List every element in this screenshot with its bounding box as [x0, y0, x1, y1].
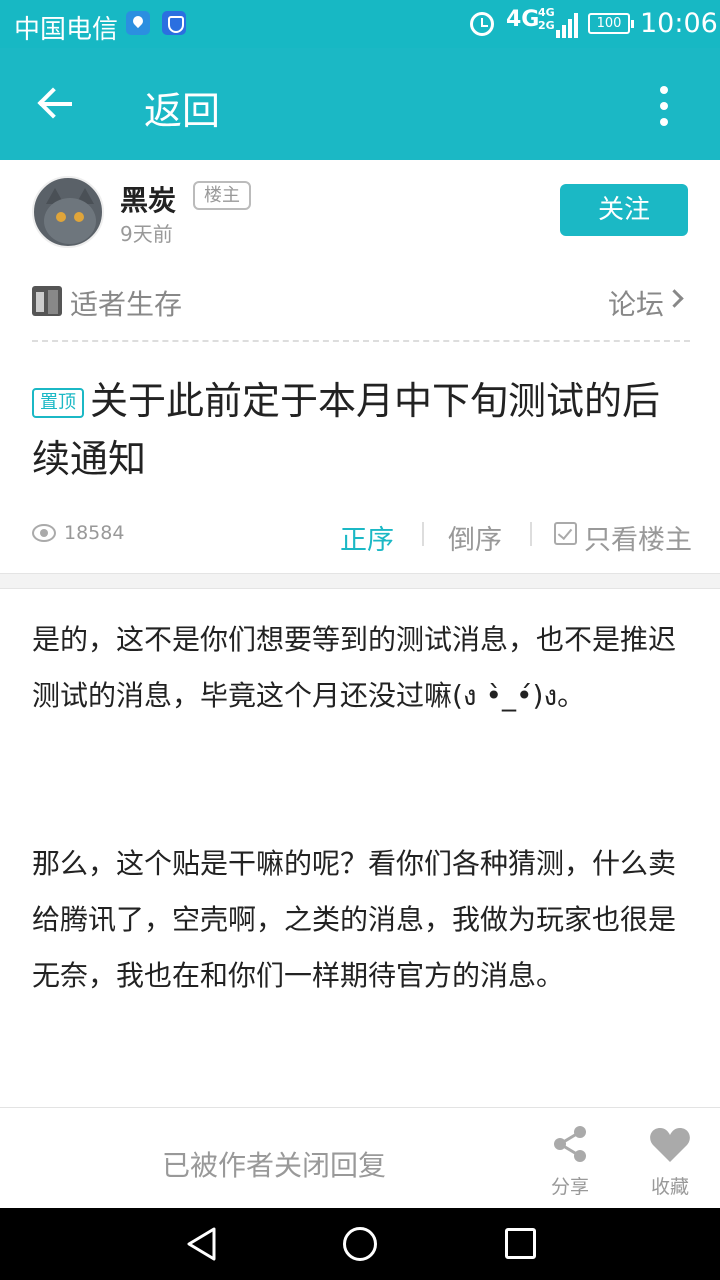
post-title-text: 关于此前定于本月中下旬测试的后续通知 [32, 379, 661, 481]
nav-recent-apps-icon[interactable] [505, 1228, 536, 1259]
forum-name[interactable]: 适者生存 [70, 283, 182, 323]
post-paragraph: 那么，这个贴是干嘛的呢？看你们各种猜测，什么卖给腾讯了，空壳啊，之类的消息，我做… [32, 847, 677, 992]
nav-back-icon[interactable] [184, 1226, 220, 1262]
post-paragraph: 是的，这不是你们想要等到的测试消息，也不是推迟测试的消息，毕竟这个月还没过嘛(ง… [32, 623, 677, 712]
divider [32, 340, 690, 342]
forum-link[interactable]: 论坛 [608, 283, 664, 323]
eye-icon [32, 524, 56, 542]
shield-icon [162, 11, 186, 35]
location-icon [126, 11, 150, 35]
network-2g-label: 2G [538, 19, 555, 32]
alarm-icon [470, 12, 494, 36]
app-header: 返回 [0, 48, 720, 160]
separator [530, 522, 532, 546]
sort-descending-button[interactable]: 倒序 [448, 518, 502, 557]
battery-icon: 100 [588, 13, 634, 34]
checkbox-icon[interactable] [554, 522, 577, 545]
replies-closed-notice: 已被作者关闭回复 [162, 1149, 387, 1182]
pin-badge: 置顶 [32, 388, 84, 418]
owner-badge: 楼主 [193, 181, 251, 210]
forum-icon[interactable] [32, 286, 62, 316]
carrier-label: 中国电信 [14, 15, 119, 45]
separator [422, 522, 424, 546]
back-label[interactable]: 返回 [144, 80, 220, 135]
heart-icon [650, 1128, 690, 1162]
share-label: 分享 [550, 1176, 589, 1198]
favorite-label: 收藏 [650, 1176, 689, 1198]
favorite-button[interactable]: 收藏 [640, 1120, 700, 1200]
only-owner-toggle[interactable]: 只看楼主 [584, 518, 692, 557]
status-bar: 中国电信 4G 4G 2G 100 10:06 [0, 0, 720, 48]
section-gap [0, 573, 720, 589]
sort-ascending-button[interactable]: 正序 [340, 518, 394, 557]
share-button[interactable]: 分享 [540, 1120, 600, 1200]
clock: 10:06 [640, 8, 718, 39]
nav-home-icon[interactable] [343, 1227, 377, 1261]
avatar[interactable] [32, 176, 104, 248]
bottom-bar: 已被作者关闭回复 分享 收藏 [0, 1107, 720, 1208]
share-icon [554, 1126, 586, 1162]
follow-button[interactable]: 关注 [560, 184, 688, 236]
chevron-right-icon[interactable] [665, 289, 684, 308]
view-count: 18584 [64, 522, 125, 544]
system-nav-bar [0, 1208, 720, 1280]
back-arrow-icon[interactable] [36, 86, 76, 122]
more-vertical-icon[interactable] [656, 86, 672, 126]
post-title: 置顶 关于此前定于本月中下旬测试的后续通知 [32, 372, 692, 488]
author-name[interactable]: 黑炭 [120, 179, 176, 219]
signal-icon [556, 12, 580, 38]
post-time: 9天前 [120, 222, 173, 246]
network-4g-label: 4G [538, 6, 555, 19]
network-label: 4G [506, 7, 540, 32]
network-small-label: 4G 2G [538, 6, 555, 32]
